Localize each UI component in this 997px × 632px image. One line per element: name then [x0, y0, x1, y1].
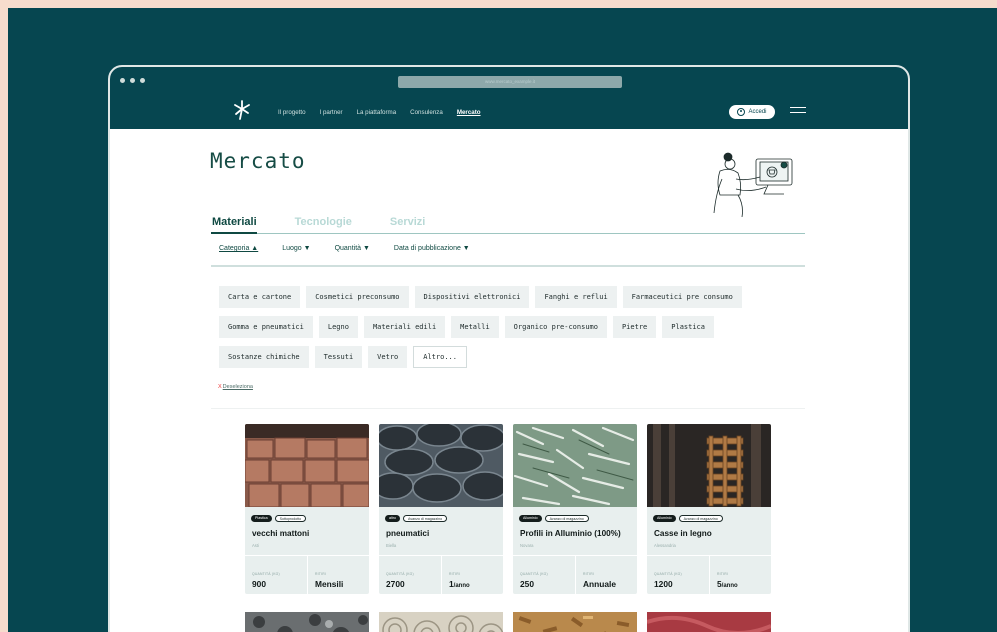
product-card[interactable]: altro Avanzo di magazzino pneumatici Bie… [379, 424, 503, 594]
material-tag: Plastica [251, 515, 272, 522]
window-dot-maximize[interactable] [140, 78, 145, 83]
address-bar[interactable]: www.mercato_example.it [398, 76, 622, 88]
material-tag: Alluminio [653, 515, 676, 522]
main-nav: Il progetto I partner La piattaforma Con… [278, 109, 495, 116]
nav-item-consulenza[interactable]: Consulenza [410, 109, 443, 116]
filter-data[interactable]: Data di pubblicazione ▼ [394, 245, 470, 252]
tab-servizi[interactable]: Servizi [390, 216, 425, 228]
type-tag: Avanzo di magazzino [544, 515, 589, 522]
quantity-value: 900 [252, 579, 266, 589]
category-chips: Carta e cartone Cosmetici preconsumo Dis… [219, 286, 809, 376]
quantity-label: QUANTITÀ (KG) [520, 572, 548, 576]
material-tag: altro [385, 515, 400, 522]
quantity-value: 1200 [654, 579, 673, 589]
product-name: Casse in legno [654, 529, 712, 538]
chip-plastica[interactable]: Plastica [662, 316, 714, 338]
pickup-value: Annuale [583, 579, 617, 589]
chip-legno[interactable]: Legno [318, 316, 358, 338]
red-textile-photo[interactable] [647, 612, 771, 632]
deselect-link[interactable]: XDeseleziona [218, 384, 253, 390]
pickup-label: RITIRI [449, 572, 460, 576]
chip-vetro[interactable]: Vetro [368, 346, 408, 368]
pickup-value: Mensili [315, 579, 344, 589]
product-card[interactable]: Plastica Sottoprodotto vecchi mattoni As… [245, 424, 369, 594]
section-divider [211, 408, 805, 409]
chip-metalli[interactable]: Metalli [451, 316, 499, 338]
wooden-crates-photo [647, 424, 771, 507]
quantity-label: QUANTITÀ (KG) [386, 572, 414, 576]
chip-pietre[interactable]: Pietre [612, 316, 657, 338]
nav-item-partner[interactable]: I partner [320, 109, 343, 116]
nav-item-piattaforma[interactable]: La piattaforma [357, 109, 397, 116]
pickup-label: RITIRI [583, 572, 594, 576]
chip-cosmetici[interactable]: Cosmetici preconsumo [306, 286, 409, 308]
window-dot-minimize[interactable] [130, 78, 135, 83]
page-background: www.mercato_example.it Il progetto I par… [8, 8, 997, 632]
bricks-photo [245, 424, 369, 507]
shopping-illustration [713, 152, 793, 217]
tabs-divider [211, 233, 805, 234]
pickup-value: 1/anno [449, 579, 470, 589]
chip-carta[interactable]: Carta e cartone [219, 286, 301, 308]
nav-item-progetto[interactable]: Il progetto [278, 109, 306, 116]
window-controls [120, 78, 145, 83]
pickup-value: 5/anno [717, 579, 738, 589]
menu-icon[interactable] [790, 107, 806, 115]
quantity-value: 250 [520, 579, 534, 589]
rubble-photo[interactable] [245, 612, 369, 632]
quantity-label: QUANTITÀ (KG) [252, 572, 280, 576]
category-tabs: Materiali Tecnologie Servizi [212, 216, 463, 228]
pickup-label: RITIRI [717, 572, 728, 576]
material-tag: Alluminio [519, 515, 542, 522]
filter-divider [211, 265, 805, 267]
wood-chips-photo[interactable] [513, 612, 637, 632]
product-card[interactable]: Alluminio Avanzo di magazzino Casse in l… [647, 424, 771, 594]
chip-altro[interactable]: Altro... [413, 346, 467, 368]
quantity-value: 2700 [386, 579, 405, 589]
close-icon: X [218, 384, 222, 390]
product-location: Alessandria [654, 543, 676, 548]
quantity-label: QUANTITÀ (KG) [654, 572, 682, 576]
tires-photo [379, 424, 503, 507]
pickup-label: RITIRI [315, 572, 326, 576]
login-button[interactable]: Accedi [729, 105, 775, 119]
product-card[interactable]: Alluminio Avanzo di magazzino Profili in… [513, 424, 637, 594]
chip-fanghi[interactable]: Fanghi e reflui [535, 286, 617, 308]
site-header: www.mercato_example.it Il progetto I par… [110, 67, 908, 129]
browser-window: www.mercato_example.it Il progetto I par… [108, 65, 910, 632]
chip-farmaceutici[interactable]: Farmaceutici pre consumo [622, 286, 742, 308]
logo-icon[interactable] [232, 99, 252, 121]
user-icon [737, 108, 746, 116]
filter-luogo[interactable]: Luogo ▼ [282, 245, 310, 252]
active-tab-indicator [211, 232, 257, 234]
chip-gomma[interactable]: Gomma e pneumatici [219, 316, 313, 338]
fabric-rolls-photo[interactable] [379, 612, 503, 632]
nav-item-mercato[interactable]: Mercato [457, 109, 481, 116]
chip-sostanze[interactable]: Sostanze chimiche [219, 346, 309, 368]
tab-tecnologie[interactable]: Tecnologie [295, 216, 352, 228]
filter-categoria[interactable]: Categoria ▲ [219, 245, 258, 252]
type-tag: Sottoprodotto [274, 515, 307, 522]
tab-materiali[interactable]: Materiali [212, 216, 257, 228]
login-label: Accedi [748, 109, 767, 115]
filter-bar: Categoria ▲ Luogo ▼ Quantità ▼ Data di p… [219, 245, 494, 252]
aluminium-profiles-photo [513, 424, 637, 507]
chip-organico[interactable]: Organico pre-consumo [504, 316, 607, 338]
product-location: Asti [252, 543, 259, 548]
deselect-label: Deseleziona [222, 384, 253, 390]
chip-tessuti[interactable]: Tessuti [314, 346, 363, 368]
product-name: Profili in Alluminio (100%) [520, 529, 621, 538]
page-title: Mercato [210, 149, 306, 173]
product-location: Biella [386, 543, 397, 548]
window-dot-close[interactable] [120, 78, 125, 83]
chip-dispositivi[interactable]: Dispositivi elettronici [414, 286, 530, 308]
type-tag: Avanzo di magazzino [403, 515, 448, 522]
product-location: Novara [520, 543, 534, 548]
type-tag: Avanzo di magazzino [678, 515, 723, 522]
filter-quantita[interactable]: Quantità ▼ [335, 245, 370, 252]
chip-materiali-edili[interactable]: Materiali edili [363, 316, 446, 338]
product-name: vecchi mattoni [252, 529, 310, 538]
product-name: pneumatici [386, 529, 430, 538]
